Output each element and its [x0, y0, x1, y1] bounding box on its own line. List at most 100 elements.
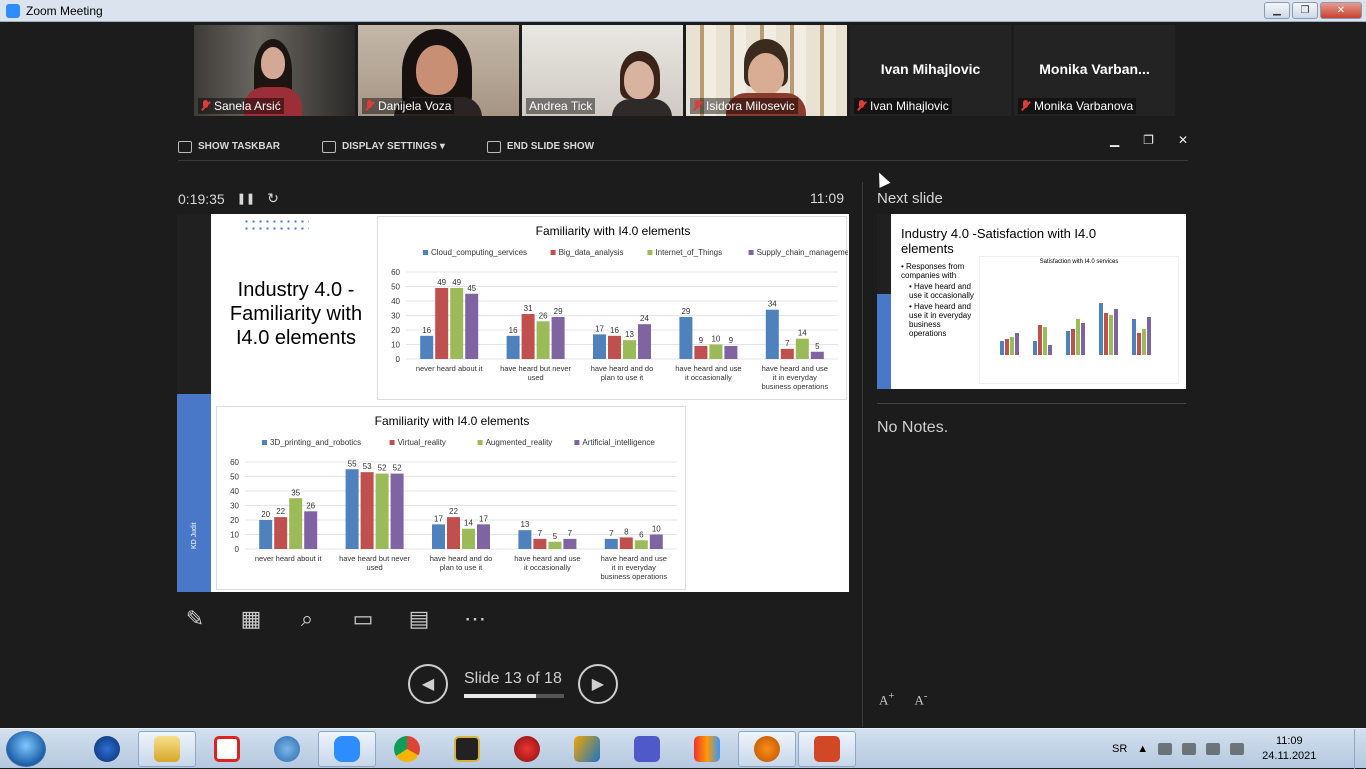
- y-tick-label: 0: [396, 355, 401, 364]
- muted-mic-icon: [857, 100, 866, 112]
- language-indicator[interactable]: SR: [1112, 743, 1127, 755]
- participant-tile[interactable]: Monika Varban... Monika Varbanova: [1014, 25, 1175, 116]
- bar: [447, 517, 460, 549]
- next-slide-accent-blue: [877, 294, 891, 389]
- chart-title: Familiarity with I4.0 elements: [375, 414, 530, 428]
- taskbar-icon: [178, 140, 192, 153]
- x-tick-label: have heard but never: [339, 554, 410, 563]
- moviemaker-icon: [454, 736, 480, 762]
- pause-timer-button[interactable]: ❚❚: [237, 192, 255, 205]
- next-slide-button[interactable]: ▶: [577, 664, 618, 704]
- subtitles-icon[interactable]: ▤: [402, 602, 436, 636]
- usb-icon[interactable]: [1158, 743, 1173, 755]
- zoom-logo-icon: [6, 3, 20, 18]
- display-settings-button[interactable]: DISPLAY SETTINGS ▾: [322, 140, 445, 153]
- start-button[interactable]: [6, 731, 46, 767]
- increase-font-button[interactable]: A+: [879, 690, 895, 708]
- participant-display-name: Ivan Mihajlovic: [880, 61, 981, 77]
- acrobat-icon: [214, 736, 240, 762]
- x-tick-label: it occasionally: [685, 373, 732, 382]
- slide-progress-fill: [464, 694, 536, 698]
- data-label: 20: [261, 510, 270, 519]
- current-slide[interactable]: KD Judit Industry 4.0 - Familiarity with…: [177, 214, 849, 592]
- see-all-slides-icon[interactable]: ▦: [234, 602, 268, 636]
- show-desktop-button[interactable]: [1354, 729, 1366, 769]
- data-label: 53: [363, 462, 372, 471]
- chart-familiarity-1: Familiarity with I4.0 elements Cloud_comp…: [377, 216, 848, 400]
- show-taskbar-button[interactable]: SHOW TASKBAR: [178, 140, 280, 153]
- ccleaner-task[interactable]: [78, 731, 136, 767]
- presenter-minimize-button[interactable]: ▁: [1110, 133, 1119, 147]
- y-tick-label: 60: [230, 458, 239, 467]
- close-button[interactable]: ✕: [1320, 2, 1362, 19]
- previous-slide-button[interactable]: ◀: [408, 664, 448, 704]
- end-slide-show-button[interactable]: END SLIDE SHOW: [486, 140, 594, 153]
- legend-label: 3D_printing_and_robotics: [270, 438, 361, 447]
- security-app-task[interactable]: [498, 731, 556, 767]
- next-slide-sub-bullet: • Have heard and use it in everyday busi…: [909, 302, 972, 338]
- presenter-toolbar: SHOW TASKBAR DISPLAY SETTINGS ▾ END SLID…: [178, 133, 1188, 161]
- winrar-task[interactable]: [678, 731, 736, 767]
- action-center-flag-icon[interactable]: [1230, 743, 1245, 755]
- teams-task[interactable]: [618, 731, 676, 767]
- slide-dot-pattern: [243, 218, 309, 232]
- pen-tool-icon[interactable]: ✎: [178, 602, 212, 636]
- chrome-task[interactable]: [378, 731, 436, 767]
- participant-tile[interactable]: Sanela Arsić: [194, 25, 355, 116]
- security-app-icon: [514, 736, 540, 762]
- acrobat-task[interactable]: [198, 731, 256, 767]
- avast-task[interactable]: [738, 731, 796, 767]
- explorer-task[interactable]: [138, 731, 196, 767]
- x-tick-label: it in everyday: [612, 563, 656, 572]
- data-label: 29: [681, 307, 690, 316]
- powerpoint-task[interactable]: [798, 731, 856, 767]
- data-label: 14: [464, 519, 473, 528]
- kaspersky-task[interactable]: [558, 731, 616, 767]
- data-label: 8: [624, 527, 629, 536]
- bar: [274, 517, 288, 549]
- y-tick-label: 60: [391, 268, 400, 277]
- mathtype-task[interactable]: [258, 731, 316, 767]
- volume-icon[interactable]: [1206, 743, 1221, 755]
- bar: [375, 473, 389, 549]
- data-label: 17: [434, 514, 443, 523]
- data-label: 52: [378, 464, 387, 473]
- data-label: 17: [595, 324, 604, 333]
- network-icon[interactable]: [1182, 743, 1197, 755]
- next-slide-chart-bars: [1000, 303, 1151, 355]
- black-screen-icon[interactable]: ▭: [346, 602, 380, 636]
- bar: [795, 338, 809, 359]
- decrease-font-button[interactable]: A-: [915, 690, 928, 708]
- pane-divider[interactable]: [862, 182, 863, 727]
- presenter-close-button[interactable]: ✕: [1178, 133, 1188, 147]
- next-slide-header: Next slide: [877, 190, 943, 207]
- show-hidden-icons-button[interactable]: ▲: [1137, 743, 1148, 755]
- x-tick-label: business operations: [600, 572, 667, 581]
- data-label: 22: [449, 507, 458, 516]
- more-options-icon[interactable]: ⋯: [458, 602, 492, 636]
- participant-tile[interactable]: Danijela Voza: [358, 25, 519, 116]
- y-tick-label: 40: [230, 487, 239, 496]
- participant-tile[interactable]: Ivan Mihajlovic Ivan Mihajlovic: [850, 25, 1011, 116]
- next-slide-sub-bullet: • Have heard and use it occasionally: [909, 282, 974, 300]
- zoom-task[interactable]: [318, 731, 376, 767]
- teams-icon: [634, 736, 660, 762]
- moviemaker-task[interactable]: [438, 731, 496, 767]
- next-slide-preview[interactable]: Industry 4.0 -Satisfaction with I4.0 ele…: [877, 214, 1186, 389]
- bar: [649, 534, 663, 549]
- participant-tile[interactable]: Isidora Milosevic: [686, 25, 847, 116]
- zoom-slide-icon[interactable]: ⌕: [290, 602, 324, 636]
- minimize-button[interactable]: ▁: [1264, 2, 1290, 19]
- taskbar-time: 11:09: [1275, 735, 1303, 747]
- taskbar-apps: [78, 731, 856, 767]
- restart-timer-button[interactable]: ↻: [267, 190, 279, 207]
- x-tick-label: have heard but never: [500, 364, 571, 373]
- taskbar-clock[interactable]: 11:09 24.11.2021: [1262, 734, 1316, 764]
- bar: [810, 351, 824, 359]
- bar: [623, 340, 636, 359]
- restore-button[interactable]: ❐: [1292, 2, 1318, 19]
- slide-navigation: ◀ Slide 13 of 18 ▶: [408, 664, 618, 704]
- bar: [462, 528, 475, 549]
- presenter-restore-button[interactable]: ❐: [1143, 133, 1154, 147]
- participant-tile-active-speaker[interactable]: Andrea Tick: [522, 25, 683, 116]
